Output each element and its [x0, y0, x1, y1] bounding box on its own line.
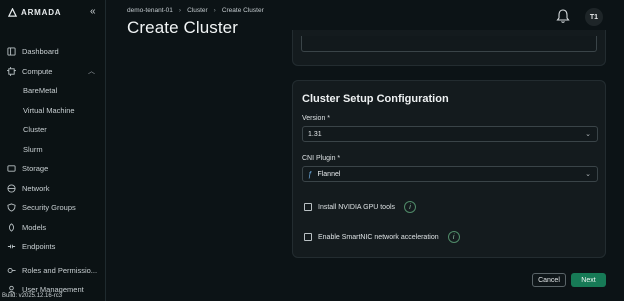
build-version: Build: v2025.12.16-rc3: [2, 293, 63, 299]
dashboard-icon: [6, 47, 16, 57]
gpu-tools-label: Install NVIDIA GPU tools: [318, 203, 396, 211]
sidebar-item-label: Cluster: [23, 125, 47, 135]
endpoints-icon: [6, 242, 16, 252]
previous-section-card: [292, 30, 606, 66]
sidebar-item-label: Security Groups: [22, 203, 76, 213]
cni-plugin-label: CNI Plugin *: [302, 155, 341, 162]
sidebar-item-network[interactable]: Network: [0, 179, 105, 199]
armada-logo-icon: [8, 8, 17, 17]
sidebar: ARMADA « Dashboard Compute ︿ BareMetal V…: [0, 0, 106, 301]
chevron-down-icon: ⌄: [585, 131, 591, 138]
app-root: ARMADA « Dashboard Compute ︿ BareMetal V…: [0, 0, 624, 301]
sidebar-item-models[interactable]: Models: [0, 218, 105, 238]
sidebar-item-label: Roles and Permissio...: [22, 265, 98, 275]
version-value: 1.31: [308, 130, 322, 138]
version-select[interactable]: 1.31 ⌄: [302, 126, 598, 142]
breadcrumb-cluster[interactable]: Cluster: [187, 7, 208, 14]
page-title: Create Cluster: [127, 18, 238, 37]
sidebar-item-label: Storage: [22, 164, 49, 174]
chevron-right-icon: ›: [178, 7, 182, 14]
breadcrumb: demo-tenant-01 › Cluster › Create Cluste…: [127, 7, 264, 14]
bell-icon[interactable]: [555, 8, 571, 24]
cancel-button[interactable]: Cancel: [532, 273, 566, 287]
shield-icon: [6, 203, 16, 213]
sidebar-item-baremetal[interactable]: BareMetal: [0, 81, 105, 101]
sidebar-item-dashboard[interactable]: Dashboard: [0, 42, 105, 62]
roles-icon: [6, 265, 16, 275]
sidebar-item-roles[interactable]: Roles and Permissio...: [0, 261, 105, 281]
sidebar-item-storage[interactable]: Storage: [0, 159, 105, 179]
sidebar-item-slurm[interactable]: Slurm: [0, 140, 105, 160]
description-field[interactable]: [301, 36, 597, 52]
sidebar-nav: Dashboard Compute ︿ BareMetal Virtual Ma…: [0, 42, 105, 300]
smartnic-label: Enable SmartNIC network acceleration: [318, 233, 439, 241]
chevron-up-icon: ︿: [88, 68, 95, 76]
network-icon: [6, 183, 16, 193]
cni-plugin-value: Flannel: [317, 170, 341, 178]
breadcrumb-tenant[interactable]: demo-tenant-01: [127, 7, 173, 14]
sidebar-item-label: Network: [22, 183, 50, 193]
sidebar-item-compute[interactable]: Compute ︿: [0, 62, 105, 82]
breadcrumb-current: Create Cluster: [221, 7, 264, 14]
smartnic-option: Enable SmartNIC network acceleration i: [304, 231, 460, 243]
sidebar-item-label: Compute: [22, 66, 53, 76]
sidebar-item-label: Dashboard: [22, 47, 59, 57]
chevron-right-icon: ›: [213, 7, 216, 14]
sidebar-item-label: BareMetal: [23, 86, 58, 96]
info-icon[interactable]: i: [404, 201, 417, 213]
compute-icon: [6, 66, 16, 76]
section-title: Cluster Setup Configuration: [302, 93, 449, 105]
info-icon[interactable]: i: [447, 231, 460, 243]
sidebar-item-endpoints[interactable]: Endpoints: [0, 237, 105, 257]
brand-name: ARMADA: [21, 8, 62, 17]
storage-icon: [6, 164, 16, 174]
next-button[interactable]: Next: [571, 273, 606, 287]
collapse-sidebar-icon[interactable]: «: [90, 7, 96, 17]
brand-logo[interactable]: ARMADA: [8, 8, 61, 17]
gpu-tools-option: Install NVIDIA GPU tools i: [304, 201, 417, 213]
sidebar-item-label: Slurm: [23, 144, 43, 154]
avatar[interactable]: T1: [585, 8, 603, 26]
sidebar-item-label: Virtual Machine: [23, 105, 75, 115]
sidebar-item-virtual-machine[interactable]: Virtual Machine: [0, 101, 105, 121]
sidebar-item-cluster[interactable]: Cluster: [0, 120, 105, 140]
version-label: Version *: [302, 115, 331, 122]
flannel-icon: ƒ: [308, 169, 313, 179]
gpu-tools-checkbox[interactable]: [304, 203, 312, 211]
sidebar-item-security-groups[interactable]: Security Groups: [0, 198, 105, 218]
cni-plugin-select[interactable]: ƒ Flannel ⌄: [302, 166, 598, 182]
chevron-down-icon: ⌄: [585, 171, 591, 178]
sidebar-item-label: Models: [22, 222, 47, 232]
cluster-setup-card: Cluster Setup Configuration Version * 1.…: [292, 80, 606, 258]
models-icon: [6, 222, 16, 232]
smartnic-checkbox[interactable]: [304, 233, 312, 241]
sidebar-item-label: Endpoints: [22, 242, 56, 252]
